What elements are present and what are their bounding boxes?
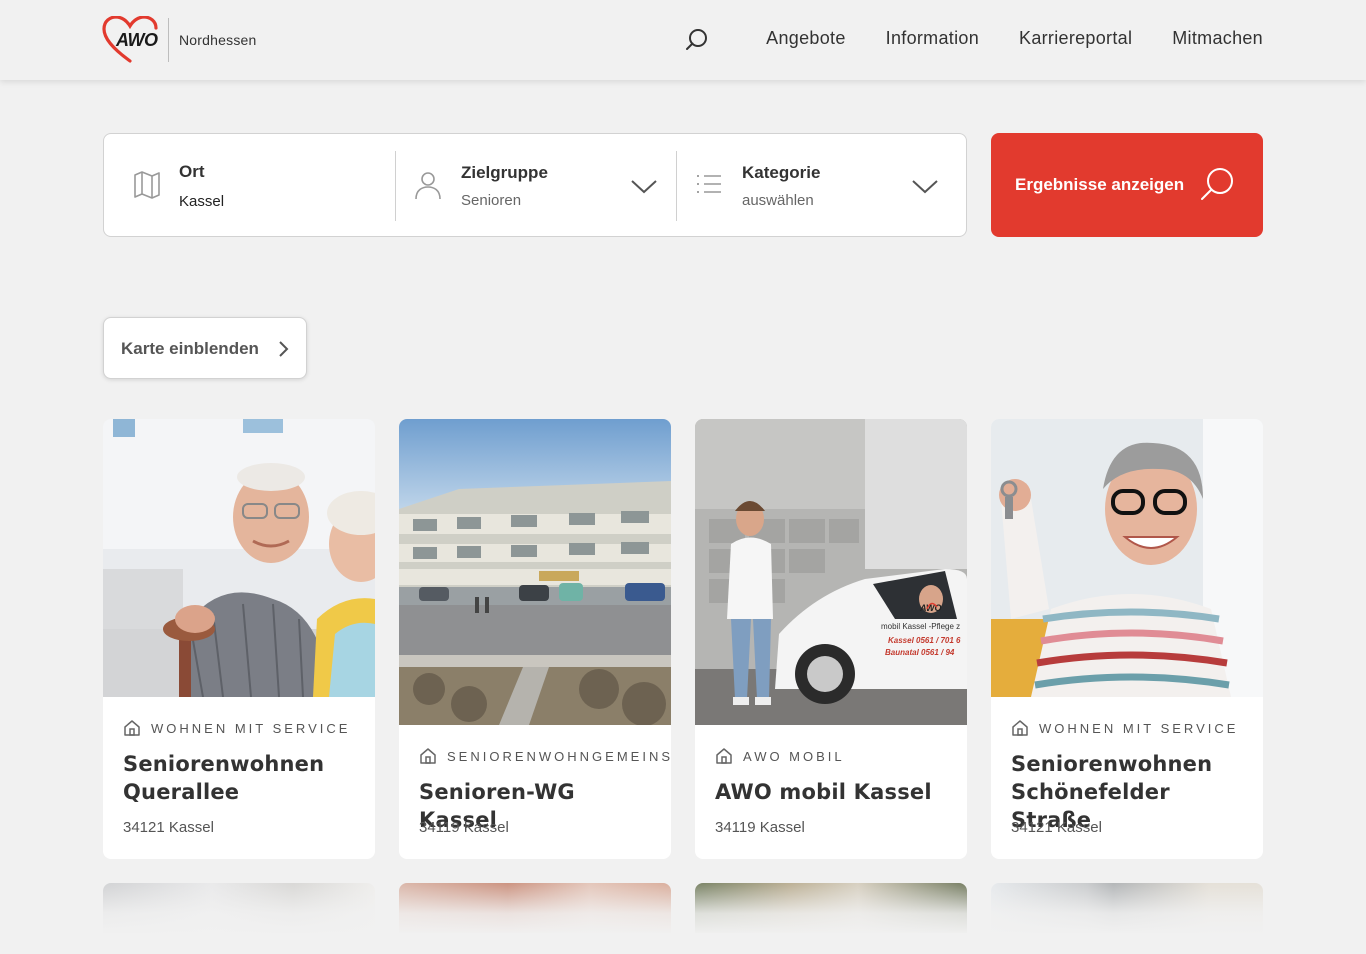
show-map-button[interactable]: Karte einblenden bbox=[103, 317, 307, 379]
list-icon bbox=[697, 175, 721, 193]
home-icon bbox=[1012, 720, 1028, 736]
result-card-partial[interactable] bbox=[991, 883, 1263, 933]
card-image bbox=[103, 419, 375, 697]
filter-zielgruppe-label: Zielgruppe bbox=[461, 163, 548, 182]
nav-item-information[interactable]: Information bbox=[886, 28, 979, 49]
show-results-button[interactable]: Ergebnisse anzeigen bbox=[991, 133, 1263, 237]
card-address: 34121 Kassel bbox=[1011, 819, 1102, 836]
card-category: WOHNEN MIT SERVICE bbox=[1011, 719, 1238, 737]
card-title[interactable]: AWO mobil Kassel bbox=[715, 778, 955, 806]
result-card[interactable]: SENIORENWOHNGEMEINSC Senioren-WG Kassel … bbox=[399, 419, 671, 859]
chevron-down-icon[interactable] bbox=[630, 174, 658, 198]
site-header: AWO Nordhessen Angebote Information Karr… bbox=[0, 0, 1366, 80]
awo-logo[interactable]: AWO Nordhessen bbox=[102, 15, 257, 64]
result-card[interactable]: AWO mobil Kassel -Pflege z Kassel 0561 /… bbox=[695, 419, 967, 859]
result-card[interactable]: WOHNEN MIT SERVICE Seniorenwohnen Schöne… bbox=[991, 419, 1263, 859]
van-line2: Kassel 0561 / 701 6 bbox=[888, 636, 961, 645]
home-icon bbox=[716, 748, 732, 764]
result-card-partial[interactable] bbox=[103, 883, 375, 933]
main-nav: Angebote Information Karriereportal Mitm… bbox=[766, 28, 1263, 49]
filter-kategorie-label: Kategorie bbox=[742, 163, 821, 182]
heart-logo-icon: AWO bbox=[102, 15, 160, 64]
home-icon bbox=[124, 720, 140, 736]
search-filter-bar: Ort Kassel Zielgruppe Senioren Kategorie… bbox=[103, 133, 967, 237]
show-results-label: Ergebnisse anzeigen bbox=[1015, 175, 1185, 194]
filter-ort-label: Ort bbox=[179, 162, 205, 181]
search-icon[interactable] bbox=[684, 27, 710, 53]
chevron-down-icon[interactable] bbox=[911, 174, 939, 198]
result-card-partial[interactable] bbox=[695, 883, 967, 933]
card-category: SENIORENWOHNGEMEINSC bbox=[419, 747, 671, 765]
card-category-label: AWO MOBIL bbox=[743, 748, 845, 764]
result-card-partial[interactable] bbox=[399, 883, 671, 933]
result-card[interactable]: WOHNEN MIT SERVICE Seniorenwohnen Queral… bbox=[103, 419, 375, 859]
van-line1: mobil Kassel -Pflege z bbox=[881, 622, 960, 631]
show-map-label: Karte einblenden bbox=[121, 339, 259, 358]
region-name: Nordhessen bbox=[179, 32, 257, 48]
map-icon bbox=[134, 171, 160, 199]
filter-kategorie[interactable]: Kategorie auswählen bbox=[677, 134, 967, 238]
nav-item-angebote[interactable]: Angebote bbox=[766, 28, 845, 49]
nav-item-karriereportal[interactable]: Karriereportal bbox=[1019, 28, 1132, 49]
card-address: 34119 Kassel bbox=[419, 819, 509, 836]
card-category: WOHNEN MIT SERVICE bbox=[123, 719, 350, 737]
search-icon bbox=[1201, 168, 1233, 200]
home-icon bbox=[420, 748, 436, 764]
card-address: 34119 Kassel bbox=[715, 819, 805, 836]
chevron-right-icon bbox=[279, 341, 289, 357]
filter-ort[interactable]: Ort Kassel bbox=[104, 134, 395, 238]
filter-zielgruppe-value: Senioren bbox=[461, 192, 522, 209]
card-image: AWO mobil Kassel -Pflege z Kassel 0561 /… bbox=[695, 419, 967, 725]
nav-item-mitmachen[interactable]: Mitmachen bbox=[1172, 28, 1263, 49]
filter-zielgruppe[interactable]: Zielgruppe Senioren bbox=[396, 134, 676, 238]
logo-divider bbox=[168, 18, 169, 62]
filter-kategorie-value: auswählen bbox=[742, 192, 814, 209]
card-category-label: WOHNEN MIT SERVICE bbox=[151, 720, 351, 736]
filter-ort-value: Kassel bbox=[179, 193, 225, 210]
van-line3: Baunatal 0561 / 94 bbox=[885, 648, 955, 657]
card-category: AWO MOBIL bbox=[715, 747, 845, 765]
card-image bbox=[991, 419, 1263, 697]
card-image bbox=[399, 419, 671, 725]
person-icon bbox=[415, 172, 441, 200]
card-category-label: WOHNEN MIT SERVICE bbox=[1039, 720, 1239, 736]
card-category-label: SENIORENWOHNGEMEINSC bbox=[447, 748, 671, 764]
card-address: 34121 Kassel bbox=[123, 819, 214, 836]
logo-text: AWO bbox=[116, 30, 158, 50]
card-title[interactable]: Seniorenwohnen Querallee bbox=[123, 750, 363, 806]
